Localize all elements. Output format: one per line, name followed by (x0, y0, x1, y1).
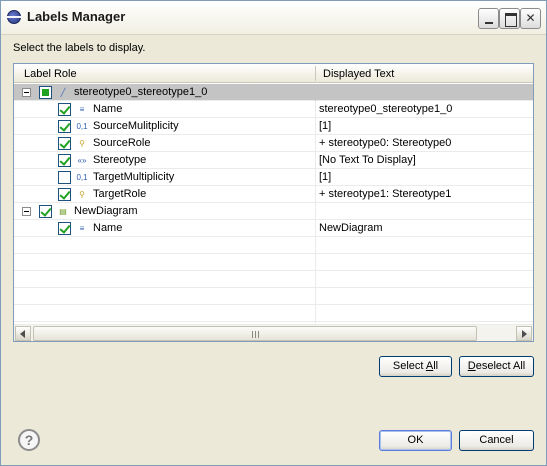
label-checkbox[interactable] (58, 137, 71, 150)
label-role-text: Name (93, 103, 123, 115)
maximize-button[interactable] (499, 8, 520, 29)
label-role-text: SourceRole (93, 137, 151, 149)
labels-tree-table[interactable]: Label Role Displayed Text ╱ stereotype0_s… (13, 63, 534, 342)
displayed-text-value: + stereotype1: Stereotype1 (319, 188, 452, 200)
tree-child-row[interactable]: 0,1 TargetMultiplicity [1] (14, 169, 533, 186)
column-divider (315, 305, 316, 322)
column-divider (315, 152, 316, 169)
labels-manager-dialog: Labels Manager ✕ Select the labels to di… (0, 0, 547, 466)
table-header: Label Role Displayed Text (14, 64, 533, 83)
label-role-text: Name (93, 222, 123, 234)
deselect-all-button[interactable]: Deselect All (459, 356, 534, 377)
diagram-icon: ▤ (59, 207, 67, 216)
label-role-text: Stereotype (93, 154, 147, 166)
label-checkbox[interactable] (58, 120, 71, 133)
eclipse-app-icon (6, 10, 22, 24)
label-role-text: SourceMulitplicity (93, 120, 179, 132)
label-checkbox[interactable] (58, 222, 71, 235)
tree-child-row[interactable]: ⚲ TargetRole + stereotype1: Stereotype1 (14, 186, 533, 203)
table-body: ╱ stereotype0_stereotype1_0 ≡ Name stereotyp… (14, 84, 533, 339)
empty-row (14, 288, 533, 305)
select-all-label-prefix: Select (392, 360, 426, 372)
deselect-all-label-mnemonic: D (467, 360, 476, 372)
stereotype-icon: «» (77, 156, 87, 165)
label-checkbox[interactable] (39, 86, 52, 99)
label-role-text: TargetRole (93, 188, 147, 200)
collapse-toggle-icon[interactable] (22, 207, 31, 216)
tree-child-row[interactable]: ≡ Name stereotype0_stereotype1_0 (14, 101, 533, 118)
label-checkbox[interactable] (39, 205, 52, 218)
window-title: Labels Manager (27, 9, 126, 24)
column-divider (315, 84, 316, 101)
column-divider (315, 271, 316, 288)
multiplicity-icon: 0,1 (76, 122, 88, 131)
label-role-text: stereotype0_stereotype1_0 (74, 86, 208, 98)
tree-parent-row[interactable]: ▤ NewDiagram (14, 203, 533, 220)
column-divider (315, 254, 316, 271)
connector-icon: ╱ (60, 88, 66, 97)
collapse-toggle-icon[interactable] (22, 88, 31, 97)
cancel-button[interactable]: Cancel (459, 430, 534, 451)
minimize-button[interactable] (478, 8, 499, 29)
tree-child-row[interactable]: 0,1 SourceMulitplicity [1] (14, 118, 533, 135)
title-bar[interactable]: Labels Manager ✕ (1, 1, 546, 35)
tree-child-row[interactable]: ⚲ SourceRole + stereotype0: Stereotype0 (14, 135, 533, 152)
role-icon: ⚲ (79, 139, 85, 148)
role-icon: ⚲ (79, 190, 85, 199)
displayed-text-value: [1] (319, 120, 332, 132)
displayed-text-value: NewDiagram (319, 222, 383, 234)
column-divider (315, 288, 316, 305)
displayed-text-value: stereotype0_stereotype1_0 (319, 103, 453, 115)
scrollbar-grip-icon (252, 331, 260, 338)
horizontal-scrollbar[interactable] (14, 324, 533, 341)
label-checkbox[interactable] (58, 103, 71, 116)
displayed-text-value: [1] (319, 171, 332, 183)
close-button[interactable]: ✕ (520, 8, 541, 29)
displayed-text-value: [No Text To Display] (319, 154, 416, 166)
column-header-displayed-text[interactable]: Displayed Text (323, 68, 394, 80)
label-checkbox[interactable] (58, 188, 71, 201)
column-divider (315, 237, 316, 254)
column-divider (315, 135, 316, 152)
tree-child-row[interactable]: «» Stereotype [No Text To Display] (14, 152, 533, 169)
name-label-icon: ≡ (79, 105, 85, 114)
column-header-label-role[interactable]: Label Role (24, 68, 77, 80)
column-divider (315, 186, 316, 203)
tree-parent-row[interactable]: ╱ stereotype0_stereotype1_0 (14, 84, 533, 101)
column-separator[interactable] (315, 66, 316, 81)
column-divider (315, 118, 316, 135)
scrollbar-thumb[interactable] (33, 326, 477, 341)
empty-row (14, 254, 533, 271)
column-divider (315, 220, 316, 237)
deselect-all-label-suffix: eselect All (475, 360, 526, 372)
select-all-button[interactable]: Select All (379, 356, 452, 377)
column-divider (315, 101, 316, 118)
empty-row (14, 271, 533, 288)
ok-button[interactable]: OK (379, 430, 452, 451)
name-label-icon: ≡ (79, 224, 85, 233)
column-divider (315, 169, 316, 186)
label-role-text: TargetMultiplicity (93, 171, 175, 183)
label-checkbox[interactable] (58, 154, 71, 167)
instruction-text: Select the labels to display. (13, 42, 146, 54)
displayed-text-value: + stereotype0: Stereotype0 (319, 137, 452, 149)
empty-row (14, 237, 533, 254)
tree-child-row[interactable]: ≡ Name NewDiagram (14, 220, 533, 237)
empty-row (14, 305, 533, 322)
select-all-label-suffix: ll (433, 360, 439, 372)
label-checkbox[interactable] (58, 171, 71, 184)
scroll-right-button[interactable] (516, 326, 532, 341)
help-icon[interactable]: ? (18, 429, 40, 451)
multiplicity-icon: 0,1 (76, 173, 88, 182)
label-role-text: NewDiagram (74, 205, 138, 217)
scroll-left-button[interactable] (15, 326, 31, 341)
column-divider (315, 203, 316, 220)
